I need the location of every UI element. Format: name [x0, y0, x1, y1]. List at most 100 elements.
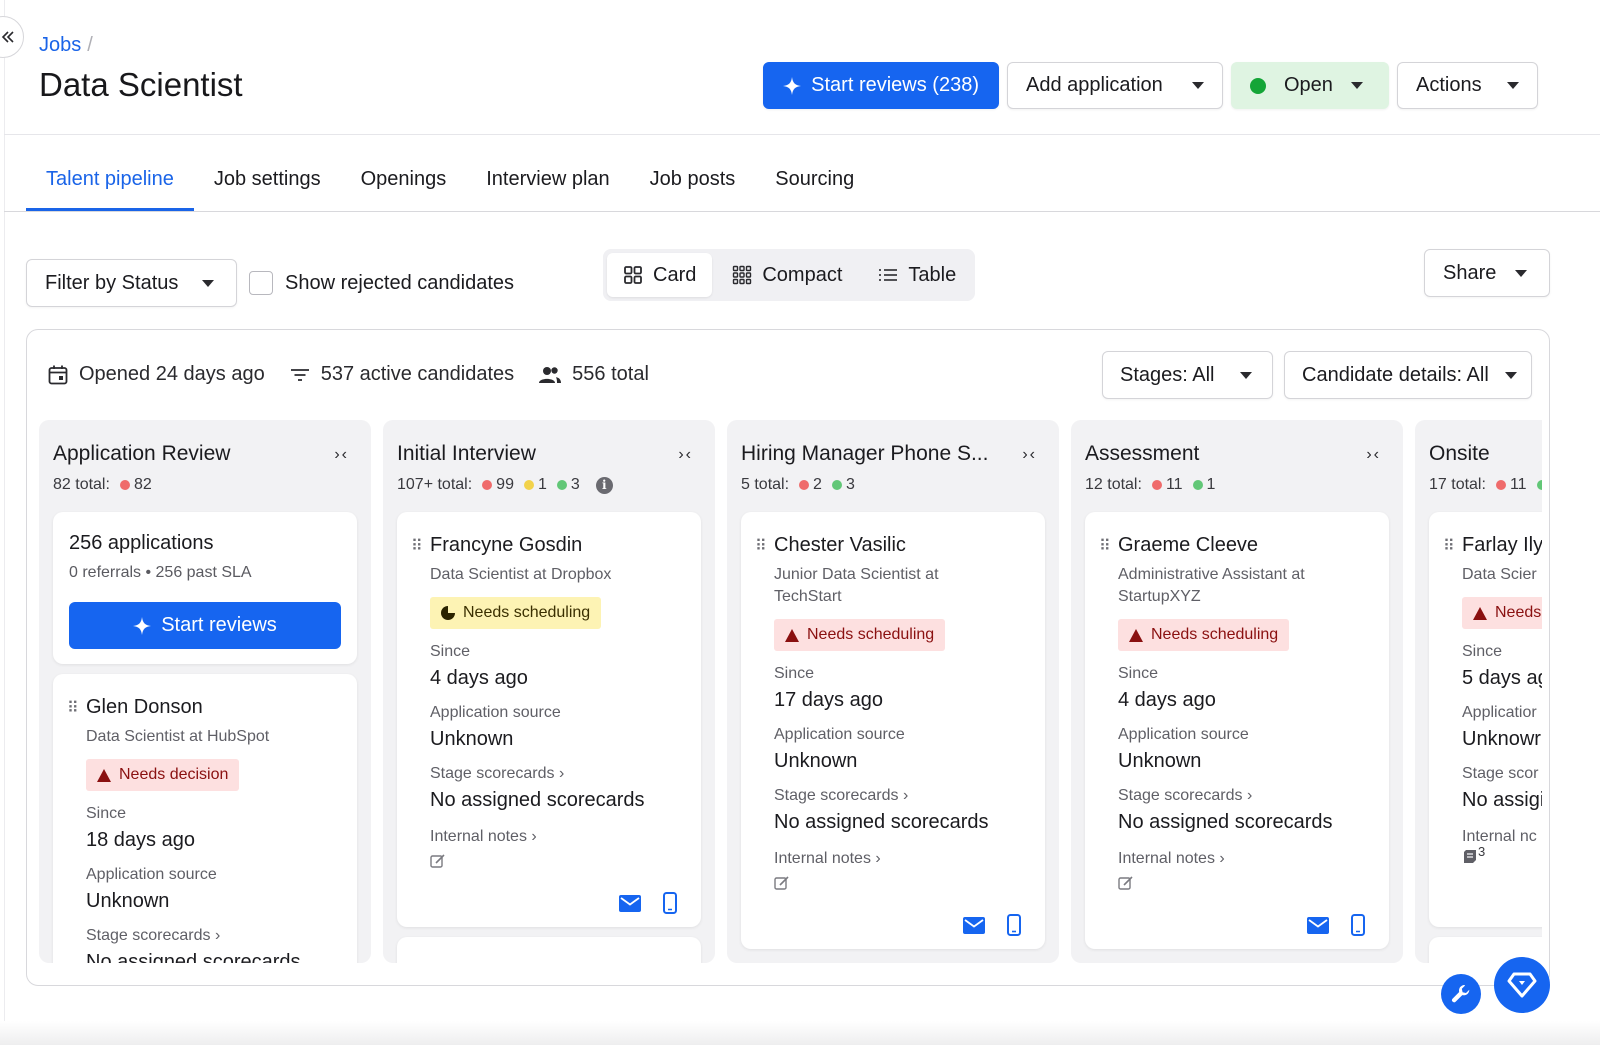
email-icon[interactable]	[1307, 916, 1329, 934]
job-status-dropdown[interactable]: Open	[1231, 62, 1389, 109]
filter-by-status-dropdown[interactable]: Filter by Status	[26, 259, 237, 307]
actions-label: Actions	[1416, 74, 1482, 96]
add-application-label: Add application	[1026, 74, 1163, 96]
stage-total-text: 17 total:	[1429, 476, 1486, 493]
collapse-column-icon[interactable]: ›‹	[334, 446, 349, 464]
view-compact-button[interactable]: Compact	[716, 253, 858, 297]
edit-note-icon[interactable]	[774, 875, 790, 891]
candidate-name[interactable]: Farlay Ily	[1462, 534, 1542, 557]
email-icon[interactable]	[619, 894, 641, 912]
status-badge: Needs scheduling	[1118, 619, 1290, 651]
candidate-card[interactable]: ⠿ Chester Vasilic Junior Data Scientist …	[741, 512, 1045, 949]
collapse-column-icon[interactable]: ›‹	[1022, 446, 1037, 464]
notes-indicator[interactable]: 3	[1462, 844, 1485, 864]
candidate-name[interactable]: Francyne Gosdin	[430, 534, 582, 557]
tab-talent-pipeline[interactable]: Talent pipeline	[26, 158, 194, 211]
share-dropdown[interactable]: Share	[1424, 249, 1550, 297]
start-reviews-label: Start reviews (238)	[811, 74, 979, 96]
breadcrumb-jobs-link[interactable]: Jobs	[39, 34, 81, 56]
tab-job-posts[interactable]: Job posts	[630, 158, 756, 211]
stages-filter-dropdown[interactable]: Stages: All	[1102, 351, 1273, 399]
candidate-role: Data Scientist at Dropbox	[430, 566, 612, 583]
view-table-button[interactable]: Table	[862, 253, 972, 297]
phone-icon[interactable]	[663, 892, 677, 914]
email-icon[interactable]	[963, 916, 985, 934]
green-dot-icon	[1192, 480, 1203, 490]
collapse-column-icon[interactable]: ›‹	[678, 446, 693, 464]
drag-handle-icon[interactable]: ⠿	[755, 536, 767, 556]
back-button[interactable]	[0, 16, 24, 58]
diamond-icon	[1507, 972, 1537, 998]
red-count: 82	[133, 476, 152, 493]
red-dot-icon	[482, 480, 493, 490]
candidate-name[interactable]: Graeme Cleeve	[1118, 534, 1258, 557]
stage-total-text: 5 total:	[741, 476, 790, 493]
drag-handle-icon[interactable]: ⠿	[1443, 536, 1455, 556]
stage-total-text: 12 total:	[1085, 476, 1142, 493]
red-count: 11	[1509, 476, 1527, 493]
view-mode-switch: Card Compact Table	[603, 249, 975, 301]
view-card-button[interactable]: Card	[607, 253, 713, 297]
candidate-card[interactable]: ⠿ Farlay Ily Data Scier Needs Since 5 da…	[1429, 512, 1542, 927]
chevron-double-left-icon	[1, 31, 14, 43]
candidate-role: Administrative Assistant at StartupXYZ	[1118, 566, 1305, 605]
status-badge-label: Needs scheduling	[1151, 626, 1279, 643]
internal-notes-link[interactable]: Internal notes ›	[1118, 850, 1225, 868]
add-application-button[interactable]: Add application	[1007, 62, 1223, 109]
red-dot-icon	[799, 480, 810, 490]
actions-dropdown[interactable]: Actions	[1397, 62, 1538, 109]
show-rejected-checkbox[interactable]	[249, 271, 273, 295]
diamond-fab-button[interactable]	[1494, 957, 1550, 1013]
candidate-card[interactable]: ⠿ Francyne Gosdin Data Scientist at Drop…	[397, 512, 701, 927]
source-value: Unknown	[86, 890, 170, 912]
tab-sourcing[interactable]: Sourcing	[755, 158, 874, 211]
candidate-card[interactable]	[397, 937, 701, 963]
applications-meta: 0 referrals • 256 past SLA	[69, 564, 252, 581]
drag-handle-icon[interactable]: ⠿	[1099, 536, 1111, 556]
status-badge-label: Needs	[1495, 604, 1542, 621]
tab-job-settings[interactable]: Job settings	[194, 158, 341, 211]
compact-grid-icon	[733, 265, 752, 285]
phone-icon[interactable]	[1007, 914, 1021, 936]
candidate-card[interactable]: ⠿ Glen Donson Data Scientist at HubSpot …	[53, 674, 357, 963]
since-label: Since	[86, 805, 127, 822]
internal-notes-link[interactable]: Internal notes ›	[774, 850, 881, 868]
since-value: 5 days ag	[1462, 667, 1542, 689]
candidate-card[interactable]: ⠿ Graeme Cleeve Administrative Assistant…	[1085, 512, 1389, 949]
show-rejected-label[interactable]: Show rejected candidates	[285, 272, 514, 295]
scorecards-link[interactable]: Stage scorecards ›	[86, 927, 220, 945]
since-value: 18 days ago	[86, 829, 195, 851]
candidate-name[interactable]: Glen Donson	[86, 696, 203, 719]
collapse-column-icon[interactable]: ›‹	[1366, 446, 1381, 464]
pipeline-board: Opened 24 days ago 537 active candidates…	[26, 329, 1550, 986]
drag-handle-icon[interactable]: ⠿	[67, 698, 79, 718]
pipeline-columns: Application Review ›‹ 82 total: 82 256 a…	[39, 420, 1542, 963]
warning-icon	[785, 628, 799, 642]
candidate-details-dropdown[interactable]: Candidate details: All	[1284, 351, 1532, 399]
scorecards-link[interactable]: Stage scor	[1462, 765, 1538, 783]
caret-down-icon	[1505, 371, 1517, 379]
tab-interview-plan[interactable]: Interview plan	[466, 158, 629, 211]
phone-icon[interactable]	[1351, 914, 1365, 936]
info-icon[interactable]: i	[595, 476, 613, 494]
candidate-role: Data Scientist at HubSpot	[86, 728, 270, 745]
red-count: 99	[496, 476, 514, 493]
edit-note-icon[interactable]	[430, 853, 446, 869]
scorecards-link[interactable]: Stage scorecards ›	[1118, 787, 1252, 805]
internal-notes-link[interactable]: Internal notes ›	[430, 828, 537, 846]
scorecards-link[interactable]: Stage scorecards ›	[774, 787, 908, 805]
caret-down-icon	[1240, 371, 1252, 379]
candidate-name[interactable]: Chester Vasilic	[774, 534, 906, 557]
drag-handle-icon[interactable]: ⠿	[411, 536, 423, 556]
column-start-reviews-button[interactable]: Start reviews	[69, 602, 341, 649]
internal-notes-link[interactable]: Internal nc	[1462, 828, 1537, 846]
tab-openings[interactable]: Openings	[341, 158, 467, 211]
edit-note-icon[interactable]	[1118, 875, 1134, 891]
tools-fab-button[interactable]	[1441, 974, 1481, 1014]
source-value: Unknowr	[1462, 728, 1541, 750]
scorecards-link[interactable]: Stage scorecards ›	[430, 765, 564, 783]
caret-down-icon	[1515, 269, 1527, 277]
warning-icon	[1129, 628, 1143, 642]
start-reviews-button[interactable]: Start reviews (238)	[763, 62, 999, 109]
pie-clock-icon	[441, 606, 455, 620]
